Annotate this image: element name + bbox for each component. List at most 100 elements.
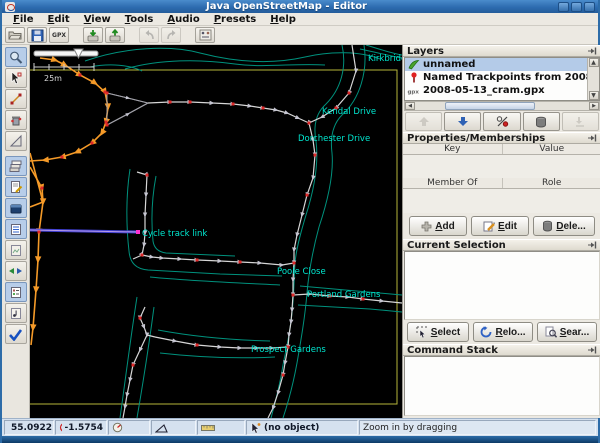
ruler-triangle-icon	[9, 134, 21, 147]
member-of-column-header[interactable]: Member Of	[403, 178, 503, 188]
gpx-export-icon: GPX	[52, 31, 66, 39]
toggle-conflicts-button[interactable]	[4, 261, 27, 281]
draw-tool-button[interactable]	[4, 89, 27, 109]
menu-item-view[interactable]: View	[77, 13, 118, 26]
membership-column-headers: Member Of Role	[403, 178, 600, 189]
street-label: Kendal Drive	[322, 107, 376, 117]
audio-doc-icon	[10, 307, 21, 319]
heading-gauge-icon	[112, 422, 123, 433]
merge-down-icon	[576, 117, 585, 127]
undo-button[interactable]	[139, 27, 159, 43]
toggle-layers-panel-button[interactable]	[4, 156, 27, 176]
measure-tool-button[interactable]	[4, 131, 27, 151]
stick-pin-icon[interactable]	[588, 134, 597, 142]
edit-pencil-icon	[483, 221, 496, 232]
way-triangle	[106, 92, 150, 126]
zoom-tool-button[interactable]	[4, 47, 27, 67]
upload-icon	[109, 28, 121, 41]
delete-layer-button[interactable]	[522, 112, 560, 131]
stick-pin-icon[interactable]	[588, 241, 597, 249]
selection-list[interactable]	[404, 251, 600, 320]
layer-row[interactable]: Named Trackpoints from 2008-05-13_cr	[405, 71, 587, 84]
role-column-header[interactable]: Role	[503, 178, 600, 188]
java-app-icon	[5, 1, 15, 12]
command-stack-header[interactable]: Command Stack	[403, 344, 600, 356]
status-help-text: Zoom in by dragging	[359, 420, 596, 435]
select-tool-button[interactable]	[4, 68, 27, 88]
add-button[interactable]: Add	[409, 216, 467, 236]
status-object: (no object)	[246, 420, 358, 435]
street-label: Cycle track link	[142, 229, 207, 239]
layer-row[interactable]: gpx 2008-05-13_cram.gpx	[405, 84, 587, 97]
menu-item-file[interactable]: File	[6, 13, 40, 26]
marker-layer-icon	[407, 72, 421, 83]
menu-item-edit[interactable]: Edit	[40, 13, 76, 26]
toggle-relations-panel-button[interactable]	[4, 198, 27, 218]
toggle-properties-panel-button[interactable]	[4, 177, 27, 197]
title-bar[interactable]: Java OpenStreetMap - Editor	[2, 0, 598, 13]
maximize-button[interactable]	[571, 1, 582, 12]
selection-buttons: Select Relo... Sear...	[403, 320, 600, 344]
scrollbar-thumb	[445, 102, 535, 110]
open-button[interactable]	[5, 27, 25, 43]
window-title: Java OpenStreetMap - Editor	[205, 1, 367, 12]
reload-button[interactable]: Relo...	[473, 322, 533, 342]
redo-button[interactable]	[161, 27, 181, 43]
layer-label: Named Trackpoints from 2008-05-13_cr	[423, 72, 587, 83]
selection-panel-header[interactable]: Current Selection	[403, 239, 600, 251]
ruler-icon	[201, 424, 215, 431]
stick-pin-icon[interactable]	[588, 47, 597, 55]
menu-item-tools[interactable]: Tools	[118, 13, 161, 26]
toggle-annotations-button[interactable]	[4, 240, 27, 260]
save-button[interactable]	[27, 27, 47, 43]
select-button[interactable]: Select	[407, 322, 469, 342]
membership-table[interactable]	[403, 189, 600, 213]
angle-icon	[155, 423, 168, 433]
move-layer-down-button[interactable]	[444, 112, 482, 131]
status-latitude: 55.0922	[4, 420, 54, 435]
close-button[interactable]	[584, 1, 595, 12]
gpx-layer-icon: gpx	[407, 85, 421, 96]
menu-item-audio[interactable]: Audio	[160, 13, 206, 26]
layers-panel-header[interactable]: Layers	[403, 45, 600, 57]
upload-button[interactable]	[105, 27, 125, 43]
edit-button[interactable]: Edit	[471, 216, 529, 236]
menubar: File Edit View Tools Audio Presets Help	[2, 13, 598, 26]
zoom-slider[interactable]	[33, 48, 99, 60]
toggle-command-stack-button[interactable]	[4, 282, 27, 302]
show-hide-layer-button[interactable]	[483, 112, 521, 131]
properties-column-headers: Key Value	[403, 144, 600, 155]
properties-panel-header[interactable]: Properties/Memberships	[403, 132, 600, 144]
delete-trash-icon	[10, 116, 21, 126]
search-button[interactable]: Sear...	[537, 322, 597, 342]
merge-layer-button[interactable]	[561, 112, 600, 131]
layers-vertical-scrollbar[interactable]: ▲ ▼	[587, 58, 599, 100]
stick-pin-icon[interactable]	[588, 346, 597, 354]
main-toolbar: GPX	[2, 26, 598, 45]
value-column-header[interactable]: Value	[503, 144, 600, 154]
key-column-header[interactable]: Key	[403, 144, 503, 154]
trash-cylinder-icon	[536, 116, 547, 128]
menu-item-help[interactable]: Help	[263, 13, 303, 26]
minimize-button[interactable]	[558, 1, 569, 12]
delete-tool-button[interactable]	[4, 110, 27, 130]
selected-way	[30, 228, 139, 234]
selection-list-icon	[10, 223, 21, 235]
command-stack-list[interactable]	[404, 356, 600, 416]
validator-check-button[interactable]	[4, 324, 27, 344]
preferences-button[interactable]	[195, 27, 215, 43]
reload-icon	[481, 326, 492, 338]
download-button[interactable]	[83, 27, 103, 43]
export-gpx-button[interactable]: GPX	[49, 27, 69, 43]
right-panel: Layers unnamed Named Trackpoints from 200…	[402, 45, 600, 418]
move-layer-up-button[interactable]	[405, 112, 443, 131]
menu-item-presets[interactable]: Presets	[207, 13, 264, 26]
properties-buttons: Add Edit Dele...	[403, 213, 600, 239]
delete-button[interactable]: Dele...	[533, 216, 595, 236]
layer-row[interactable]: unnamed	[405, 58, 587, 71]
layers-horizontal-scrollbar[interactable]: ◀ ▶	[404, 101, 600, 111]
properties-table[interactable]	[403, 155, 600, 178]
map-canvas[interactable]: 25m Kirkbride Kendal Drive Dorchester Dr…	[30, 45, 402, 418]
toggle-audio-button[interactable]	[4, 303, 27, 323]
toggle-selection-panel-button[interactable]	[4, 219, 27, 239]
